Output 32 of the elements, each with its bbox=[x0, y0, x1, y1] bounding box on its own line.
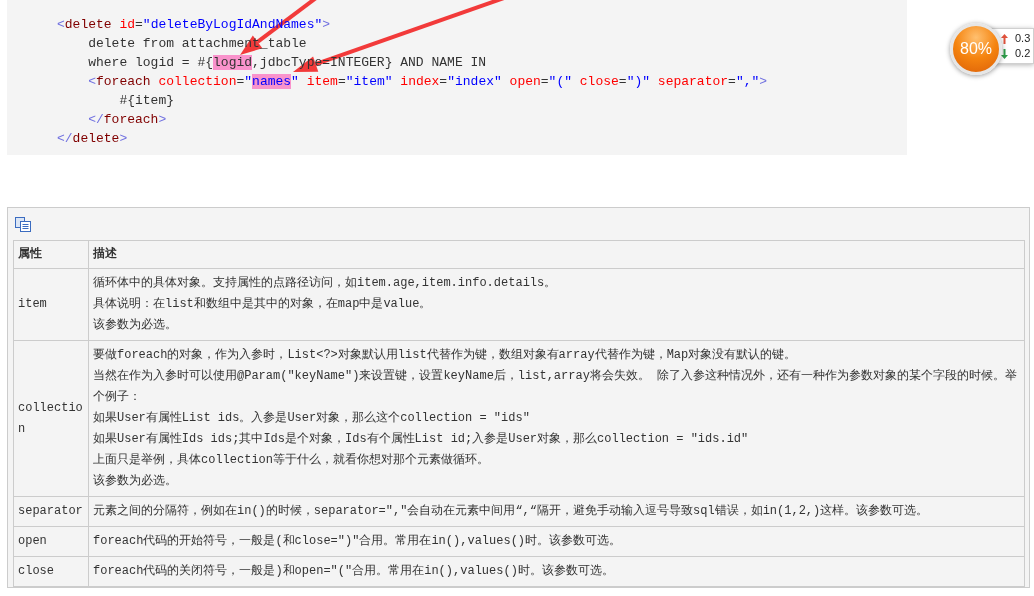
code-text: " item="item" index="index" open="(" close=")" separator=","> bbox=[291, 74, 768, 89]
up-arrow-icon bbox=[1001, 33, 1008, 44]
column-header: 描述 bbox=[88, 240, 1025, 269]
description-text: 要做foreach的对象，作为入参时，List<?>对象默认用list代替作为键，数组对象有array代替作为键，Map对象没有默认的键。 bbox=[93, 347, 798, 364]
description-text: 该参数为必选。 bbox=[93, 317, 178, 334]
column-header: 属性 bbox=[13, 240, 89, 269]
description-text: foreach代码的开始符号，一般是(和close=")"合用。常用在in(),values()时。该参数可选。 bbox=[93, 533, 623, 550]
description-text: 上面只是举例，具体collection等于什么，就看你想对那个元素做循环。 bbox=[93, 452, 490, 469]
description-text: 该参数为必选。 bbox=[93, 473, 178, 490]
code-text: where logid = #{ bbox=[88, 55, 214, 70]
code-text: </delete> bbox=[57, 131, 128, 146]
attribute-cell: item bbox=[13, 268, 89, 341]
attribute-cell: separator bbox=[13, 496, 89, 527]
description-text: 循环体中的具体对象。支持属性的点路径访问，如item.age,item.info.details。 bbox=[93, 275, 558, 292]
code-text: #{item} bbox=[119, 93, 174, 108]
code-text: <foreach collection=" bbox=[88, 74, 253, 89]
code-text: </foreach> bbox=[88, 112, 167, 127]
down-arrow-icon bbox=[1001, 48, 1008, 59]
highlighted-code: logid bbox=[213, 55, 253, 70]
copy-icon[interactable] bbox=[15, 217, 31, 232]
download-speed: 0.2 bbox=[1015, 47, 1031, 60]
highlighted-code: names bbox=[252, 74, 292, 89]
upload-speed: 0.3 bbox=[1015, 32, 1031, 45]
description-text: 当然在作为入参时可以使用@Param("keyName")来设置键，设置keyName后，list,array将会失效。 除了入参这种情况外，还有一种作为参数对象的某个字段的时候。举个例子： bbox=[93, 368, 1019, 406]
description-text: 具体说明：在list和数组中是其中的对象，在map中是value。 bbox=[93, 296, 433, 313]
attribute-cell: close bbox=[13, 556, 89, 587]
description-text: foreach代码的关闭符号，一般是)和open="("合用。常用在in(),values()时。该参数可选。 bbox=[93, 563, 615, 580]
attribute-cell: open bbox=[13, 526, 89, 557]
description-text: 如果User有属性Ids ids;其中Ids是个对象，Ids有个属性List id;入参是User对象，那么collection = "ids.id" bbox=[93, 431, 750, 448]
description-text: 元素之间的分隔符，例如在in()的时候，separator=","会自动在元素中间用“,“隔开，避免手动输入逗号导致sql错误，如in(1,2,)这样。该参数可选。 bbox=[93, 503, 930, 520]
attribute-cell: collection bbox=[13, 340, 89, 497]
description-text: 如果User有属性List ids。入参是User对象，那么这个collection = "ids" bbox=[93, 410, 531, 427]
